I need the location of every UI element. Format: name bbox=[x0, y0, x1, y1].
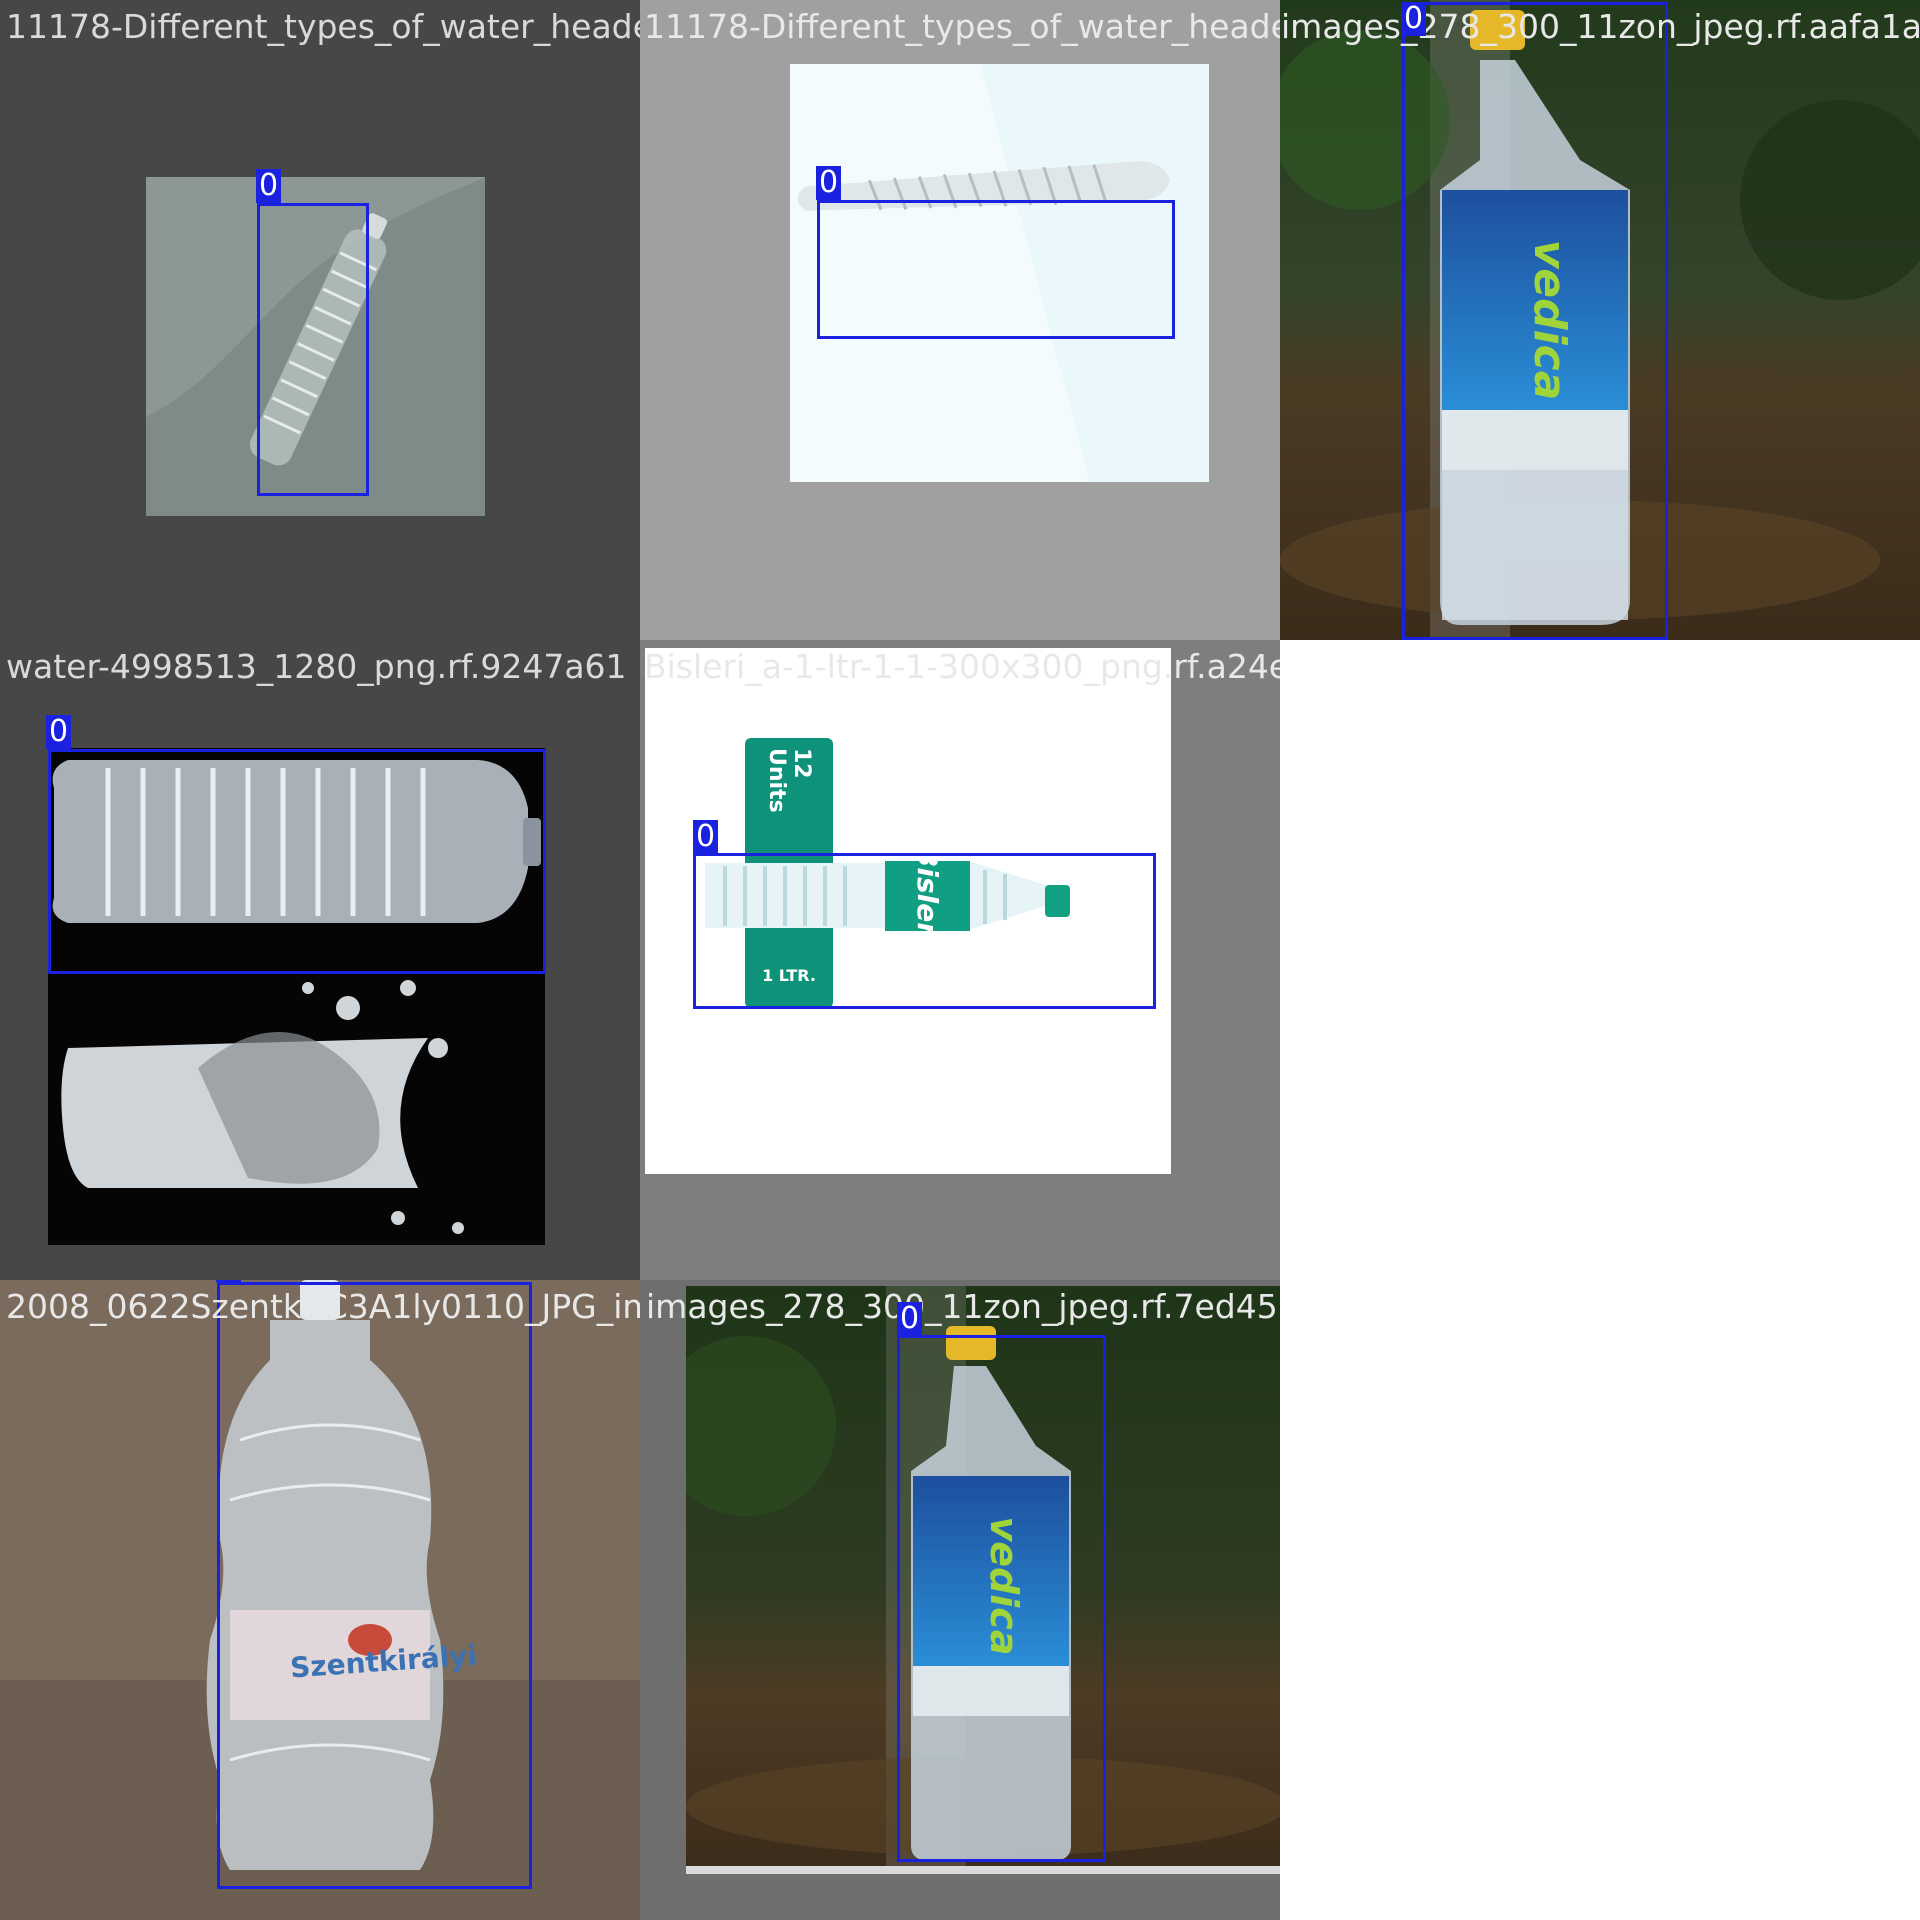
tile-2-bounding-box bbox=[817, 200, 1175, 339]
tile-1-class-label: 0 bbox=[256, 169, 282, 203]
tile-3-caption: images_278_300_11zon_jpeg.rf.aafa1a bbox=[1281, 7, 1920, 46]
tile-4-bounding-box bbox=[48, 749, 546, 974]
tile-7-class-label: 0 bbox=[897, 1302, 923, 1336]
mosaic-tile-3: vedica images_278_300_11zon_jpeg.rf.aafa… bbox=[1280, 0, 1920, 640]
mosaic-tile-4: water-4998513_1280_png.rf.9247a61 0 bbox=[0, 640, 640, 1280]
tile-5-caption: Bisleri_a-1-ltr-1-1-300x300_png.rf.a24e6 bbox=[644, 647, 1280, 686]
tile-6-bounding-box bbox=[217, 1282, 532, 1889]
tile-7-caption: images_278_300_11zon_jpeg.rf.7ed456a6827… bbox=[646, 1287, 1280, 1326]
tile-3-class-label: 0 bbox=[1401, 2, 1427, 36]
mosaic-tile-7: vedica images_278_300_11zon_jpeg.rf.7ed4… bbox=[640, 1280, 1280, 1920]
tile-1-bounding-box bbox=[257, 203, 369, 496]
mosaic-tile-empty bbox=[1280, 640, 1920, 1280]
tile-6-class-label: 0 bbox=[216, 1280, 242, 1282]
tile-4-class-label: 0 bbox=[46, 715, 72, 749]
tile-7-bounding-box bbox=[897, 1335, 1106, 1862]
tile-1-caption: 11178-Different_types_of_water_header-12 bbox=[6, 7, 640, 46]
tile-4-caption: water-4998513_1280_png.rf.9247a61 bbox=[6, 647, 627, 686]
tile-3-bounding-box bbox=[1402, 2, 1668, 640]
mosaic-tile-6: Szentkirályi 2008_0622SzentkirC3A1ly0110… bbox=[0, 1280, 640, 1920]
tile-5-bounding-box bbox=[693, 853, 1156, 1009]
mosaic-tile-1: 11178-Different_types_of_water_header-12… bbox=[0, 0, 640, 640]
tile-2-class-label: 0 bbox=[816, 166, 842, 200]
mosaic-tile-5: 12 Units Bisleri 1 LTR. Bisleri_a-1-ltr-… bbox=[640, 640, 1280, 1280]
mosaic-tile-2: 11178-Different_types_of_water_header-12… bbox=[640, 0, 1280, 640]
tile-5-class-label: 0 bbox=[693, 820, 719, 854]
tile-6-caption: 2008_0622SzentkirC3A1ly0110_JPG_image.jp… bbox=[6, 1287, 640, 1326]
mosaic-tile-empty-2 bbox=[1280, 1280, 1920, 1920]
tile-2-caption: 11178-Different_types_of_water_header-12 bbox=[644, 7, 1280, 46]
pack-count-text: 12 Units bbox=[764, 748, 814, 813]
